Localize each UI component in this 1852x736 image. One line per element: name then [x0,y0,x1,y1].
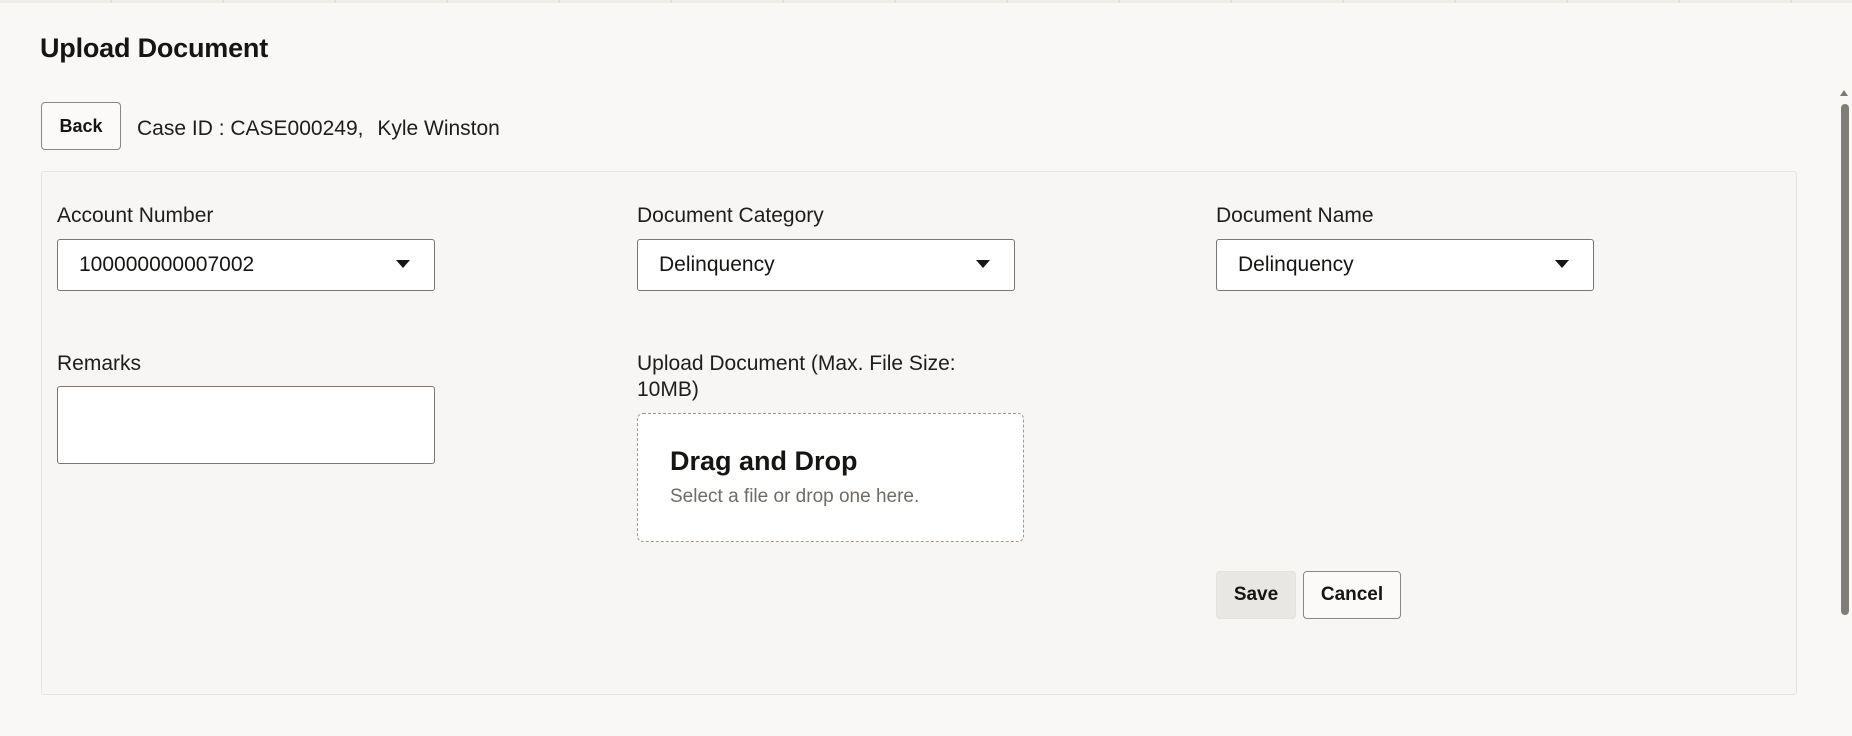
account-number-label: Account Number [57,204,214,227]
dropzone-title: Drag and Drop [670,446,858,476]
back-button[interactable]: Back [41,102,121,150]
file-dropzone[interactable]: Drag and Drop Select a file or drop one … [637,413,1024,542]
save-button[interactable]: Save [1216,571,1296,619]
upload-form-panel: Account Number 100000000007002 Document … [41,171,1797,695]
document-name-select[interactable]: Delinquency [1216,239,1594,291]
cancel-button[interactable]: Cancel [1303,571,1401,619]
chevron-down-icon [396,260,410,268]
case-id: Case ID : CASE000249, [137,117,364,140]
upload-label-line2: 10MB) [637,378,699,401]
upload-document-label: Upload Document (Max. File Size: 10MB) [637,351,956,403]
remarks-textarea[interactable] [57,386,435,464]
document-name-label: Document Name [1216,204,1374,227]
account-number-value: 100000000007002 [79,253,255,276]
case-info: Case ID : CASE000249, Kyle Winston [137,117,500,141]
arrow-up-icon[interactable] [1840,90,1848,96]
document-category-label: Document Category [637,204,824,227]
remarks-label: Remarks [57,352,142,375]
page-title: Upload Document [40,33,269,63]
document-category-select[interactable]: Delinquency [637,239,1015,291]
dropzone-hint: Select a file or drop one here. [670,486,920,507]
document-category-value: Delinquency [659,253,775,276]
document-name-value: Delinquency [1238,253,1354,276]
chevron-down-icon [976,260,990,268]
chevron-down-icon [1555,260,1569,268]
top-strip [0,0,1852,3]
upload-label-line1: Upload Document (Max. File Size: [637,352,956,375]
scrollbar-thumb[interactable] [1841,104,1849,615]
customer-name: Kyle Winston [377,117,500,140]
account-number-select[interactable]: 100000000007002 [57,239,435,291]
